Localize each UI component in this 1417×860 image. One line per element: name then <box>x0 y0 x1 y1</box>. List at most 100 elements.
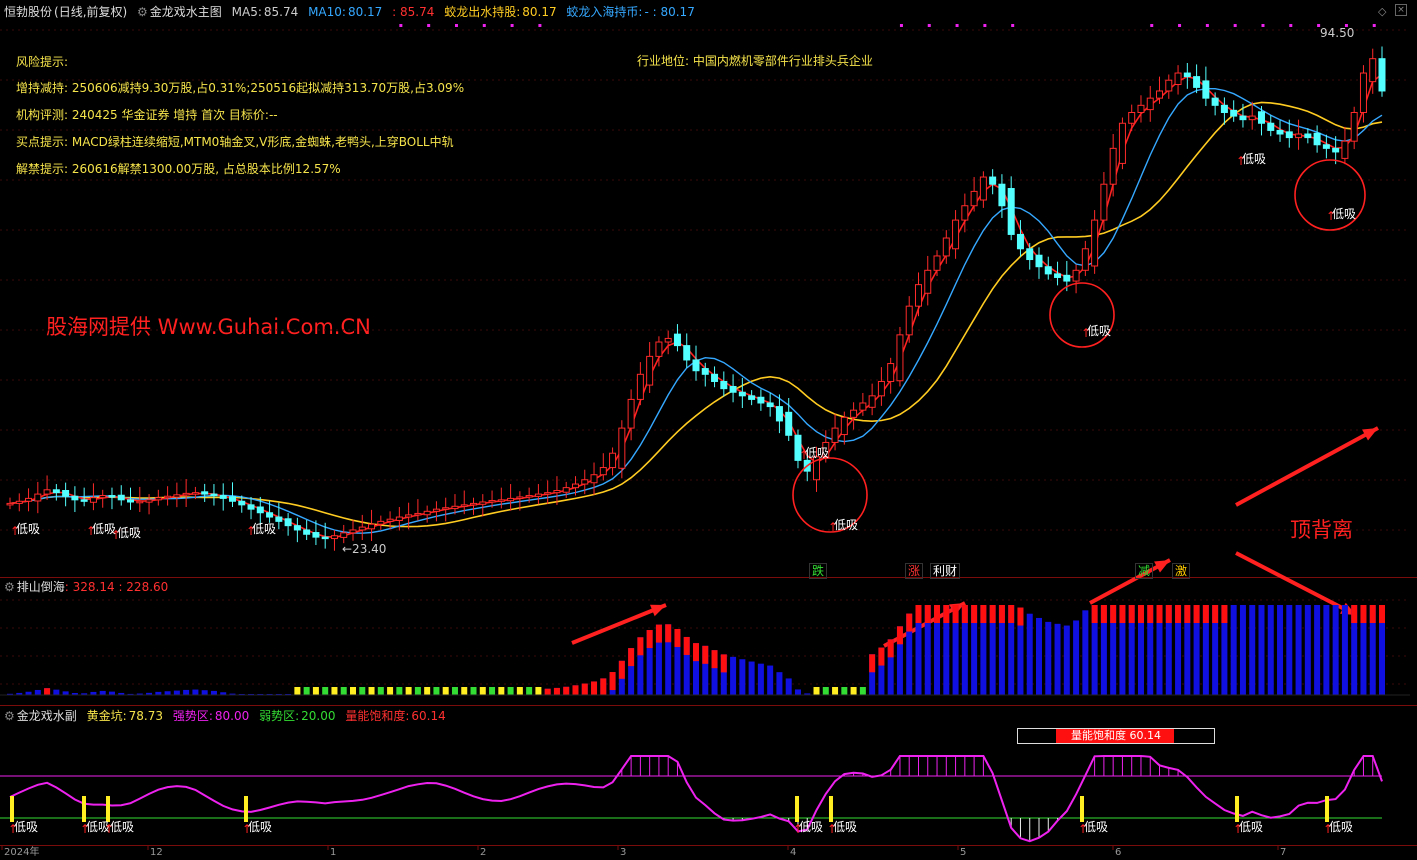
signal-dot <box>927 24 931 27</box>
momentum-bar <box>479 687 486 695</box>
momentum-bar-red <box>1128 605 1135 623</box>
momentum-bar-red <box>1091 605 1098 623</box>
momentum-bar-red <box>998 605 1005 623</box>
momentum-bar-red <box>1221 605 1228 623</box>
event-marker[interactable]: 跌 <box>809 563 828 579</box>
candle-body <box>293 525 301 531</box>
signal-dot <box>1150 24 1154 27</box>
candle-body <box>1369 58 1377 83</box>
momentum-bar <box>387 687 394 695</box>
low-buy-signal-sub: 低吸 <box>1329 820 1354 834</box>
momentum-bar <box>526 687 533 695</box>
momentum-bar <box>1341 605 1348 695</box>
momentum-bar-red <box>869 654 876 673</box>
momentum-bar-red <box>665 624 672 643</box>
signal-dot <box>399 24 403 27</box>
ma10-line <box>9 88 1383 534</box>
candle-body <box>154 497 162 501</box>
momentum-bar-red <box>683 636 690 655</box>
candle-body <box>933 255 941 271</box>
momentum-bar <box>1304 605 1311 695</box>
momentum-bar <box>461 687 468 695</box>
event-marker[interactable]: 激 <box>1172 563 1191 579</box>
candle-body <box>924 269 932 294</box>
signal-dot <box>427 24 431 27</box>
event-marker[interactable]: 涨 <box>905 563 924 579</box>
candle-body <box>516 496 524 499</box>
momentum-bar <box>850 687 857 695</box>
candle-body <box>887 363 895 382</box>
low-buy-signal: 低吸 <box>16 522 41 536</box>
candle-body <box>775 406 783 422</box>
candle-body <box>1313 132 1321 146</box>
momentum-bar <box>1249 605 1256 695</box>
momentum-bar <box>424 687 431 695</box>
momentum-bar <box>303 687 310 695</box>
candle-body <box>1350 111 1358 142</box>
momentum-bar <box>470 687 477 695</box>
candle-body <box>581 479 589 485</box>
momentum-bar <box>489 687 496 695</box>
momentum-bar <box>1267 605 1274 695</box>
momentum-bar <box>813 687 820 695</box>
momentum-bar <box>841 687 848 695</box>
candle-body <box>571 483 579 489</box>
candle-body <box>43 489 51 495</box>
momentum-bar <box>1082 610 1089 695</box>
momentum-bar-red <box>581 683 588 695</box>
low-buy-signal: 低吸 <box>117 526 142 540</box>
momentum-bar-red <box>637 637 644 656</box>
momentum-bar <box>99 690 106 695</box>
momentum-bar <box>368 687 375 695</box>
momentum-bar-red <box>609 672 616 691</box>
momentum-bar <box>1332 605 1339 695</box>
candle-body <box>877 380 885 397</box>
candle-body <box>766 402 774 408</box>
candle-body <box>1072 269 1080 282</box>
momentum-bar-red <box>1156 605 1163 623</box>
low-buy-signal-sub: 低吸 <box>799 820 824 834</box>
momentum-bar-red <box>915 605 922 623</box>
momentum-bar-red <box>1147 605 1154 623</box>
event-marker[interactable]: 利财 <box>930 563 961 579</box>
momentum-bar-red <box>572 685 579 695</box>
candle-body <box>1118 122 1126 164</box>
momentum-bar <box>53 689 60 695</box>
momentum-bar-red <box>591 681 598 695</box>
candle-body <box>655 341 663 357</box>
low-buy-signal: 低吸 <box>1087 324 1112 338</box>
candle-body <box>1248 115 1256 121</box>
momentum-bar <box>322 687 329 695</box>
event-marker[interactable]: 减 <box>1135 563 1154 579</box>
momentum-bar <box>767 665 774 695</box>
momentum-bar <box>396 687 403 695</box>
candle-body <box>312 532 320 538</box>
momentum-bar <box>34 689 41 695</box>
candle-body <box>664 337 672 343</box>
momentum-bar <box>331 687 338 695</box>
candle-body <box>62 490 70 497</box>
momentum-bar <box>350 687 356 695</box>
candle-body <box>442 507 450 510</box>
momentum-bar <box>164 691 171 695</box>
candle-body <box>692 359 700 372</box>
momentum-bar-red <box>878 647 885 666</box>
momentum-bar-red <box>943 605 950 623</box>
signal-dot <box>1289 24 1293 27</box>
momentum-bar <box>1026 613 1033 695</box>
low-price-label: ←23.40 <box>342 542 387 556</box>
candle-body <box>1239 115 1247 121</box>
candle-body <box>1063 274 1071 282</box>
candle-body <box>358 526 366 531</box>
momentum-bar-red <box>720 654 727 673</box>
momentum-bar <box>507 687 514 695</box>
candle-body <box>673 333 681 347</box>
candle-body <box>423 510 431 516</box>
candle-body <box>117 494 125 501</box>
momentum-bar <box>1036 617 1042 695</box>
candle-body <box>1193 76 1201 88</box>
momentum-bar-red <box>906 613 913 632</box>
candle-body <box>210 493 218 497</box>
candle-body <box>942 237 950 257</box>
momentum-bar-red <box>544 688 551 695</box>
